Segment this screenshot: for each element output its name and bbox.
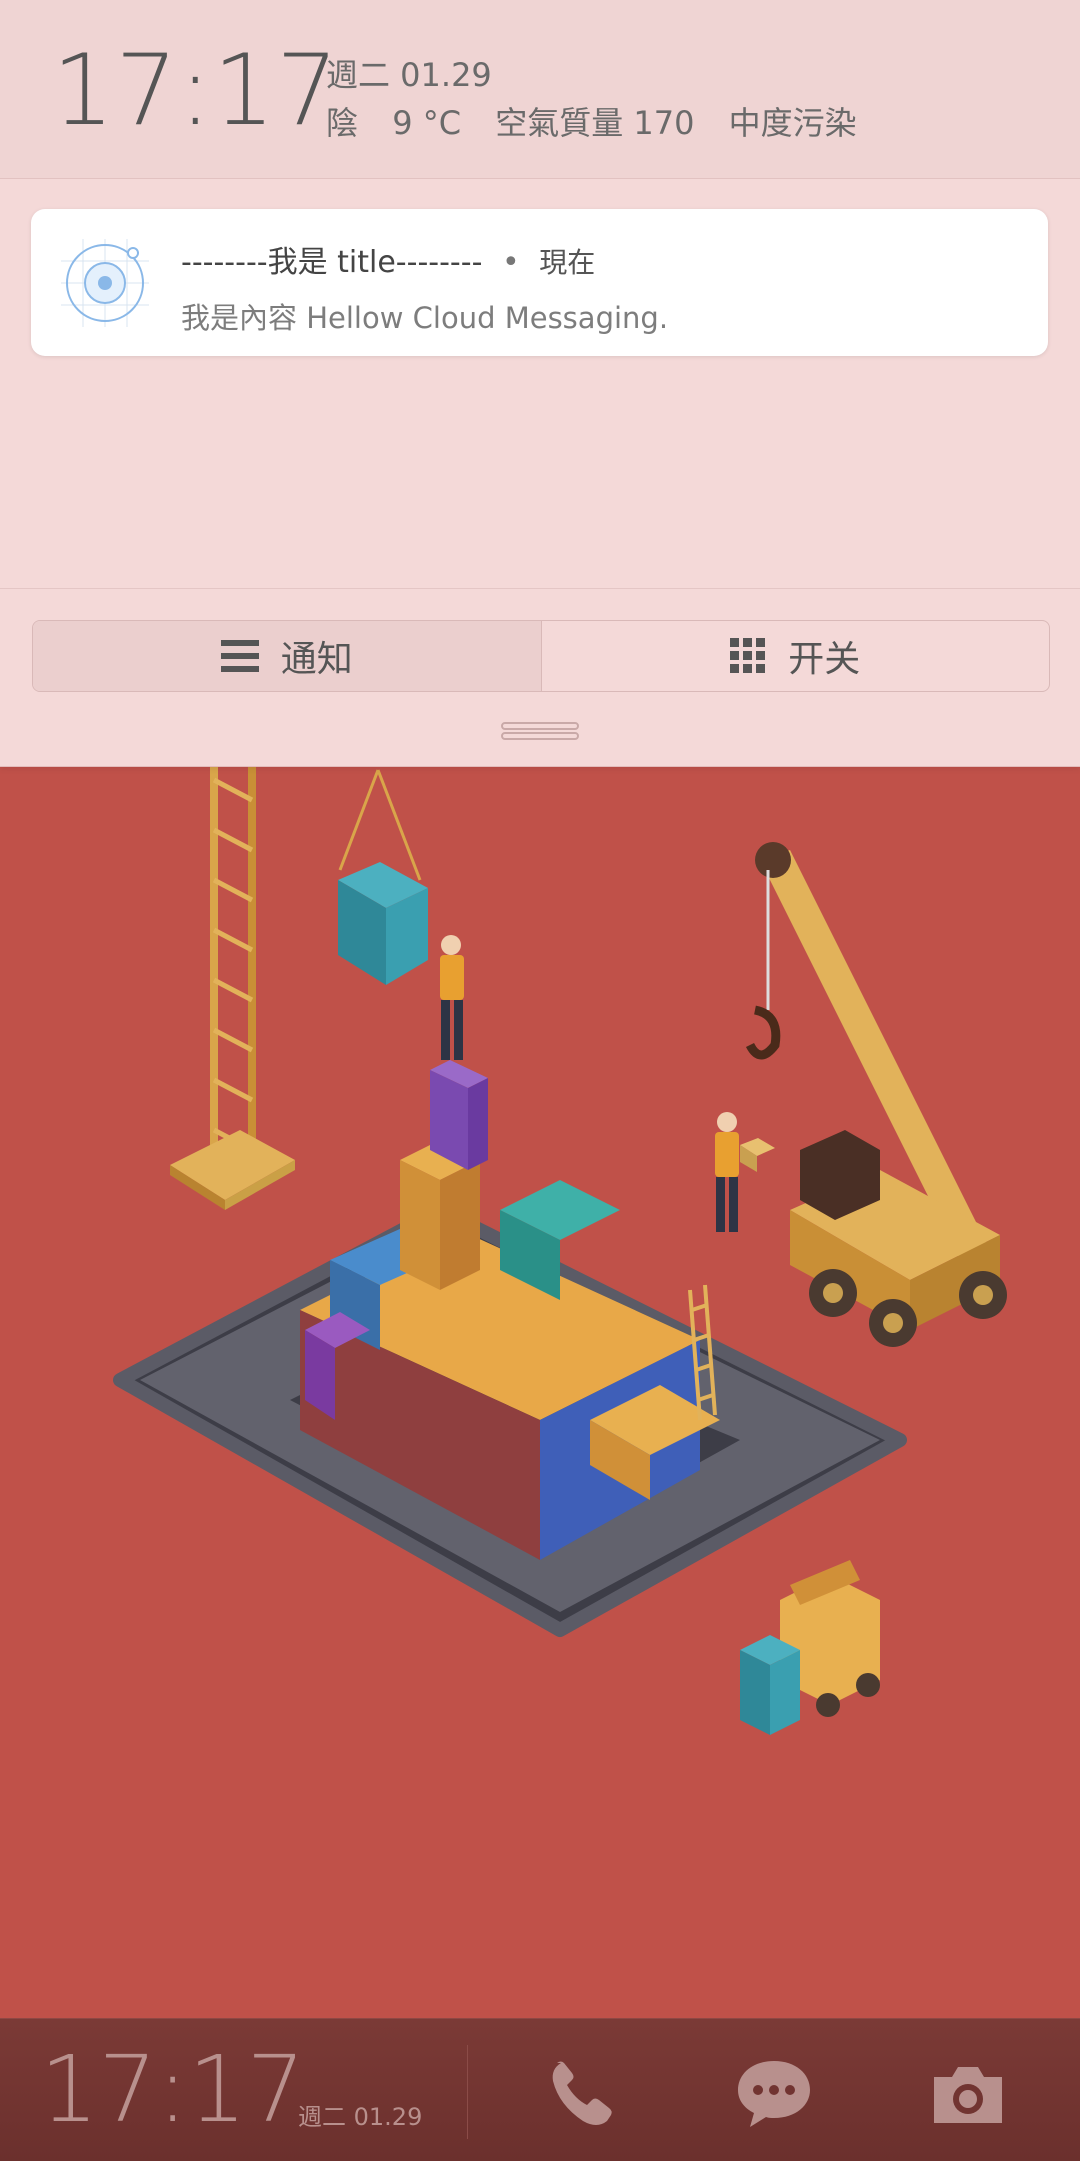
camera-icon[interactable] — [928, 2055, 1008, 2131]
notification-card[interactable]: --------我是 title-------- • 現在 我是內容 Hello… — [31, 209, 1048, 356]
message-icon[interactable] — [734, 2055, 814, 2131]
notification-separator: • — [501, 245, 520, 280]
weather-condition: 陰 — [326, 104, 359, 142]
app-logo-icon — [61, 239, 149, 327]
list-icon — [220, 640, 259, 672]
notification-body: 我是內容 Hellow Cloud Messaging. — [181, 301, 669, 335]
shade-header: 17:17 週二 01.29 陰 9 °C 空氣質量 170 中度污染 — [0, 0, 1080, 179]
shade-divider — [0, 588, 1080, 589]
tab-toggles[interactable]: 开关 — [540, 621, 1050, 691]
air-quality: 空氣質量 170 — [495, 104, 695, 142]
tab-notifications[interactable]: 通知 — [33, 621, 541, 691]
weather-temperature: 9 °C — [392, 104, 462, 142]
pollution-level: 中度污染 — [728, 104, 857, 142]
grid-icon — [730, 638, 766, 674]
tab-label: 开关 — [788, 639, 861, 680]
notification-shade: 17:17 週二 01.29 陰 9 °C 空氣質量 170 中度污染 ----… — [0, 0, 1080, 767]
notification-header: --------我是 title-------- • 現在 — [181, 237, 595, 281]
shade-clock: 17:17 — [52, 34, 340, 148]
shade-date: 週二 01.29 — [326, 56, 492, 94]
dock-clock: 17:17 — [40, 2036, 306, 2143]
dock-divider — [467, 2045, 468, 2139]
drag-handle[interactable] — [501, 720, 579, 742]
tab-label: 通知 — [280, 639, 353, 680]
notification-title: --------我是 title-------- — [181, 245, 483, 280]
shade-tab-bar: 通知 开关 — [32, 620, 1050, 692]
lockscreen-dock: 17:17 週二 01.29 — [0, 2018, 1080, 2161]
dock-date: 週二 01.29 — [298, 2103, 423, 2131]
weather-info: 陰 9 °C 空氣質量 170 中度污染 — [326, 98, 881, 144]
notification-time: 現在 — [539, 246, 596, 279]
phone-icon[interactable] — [543, 2055, 623, 2131]
